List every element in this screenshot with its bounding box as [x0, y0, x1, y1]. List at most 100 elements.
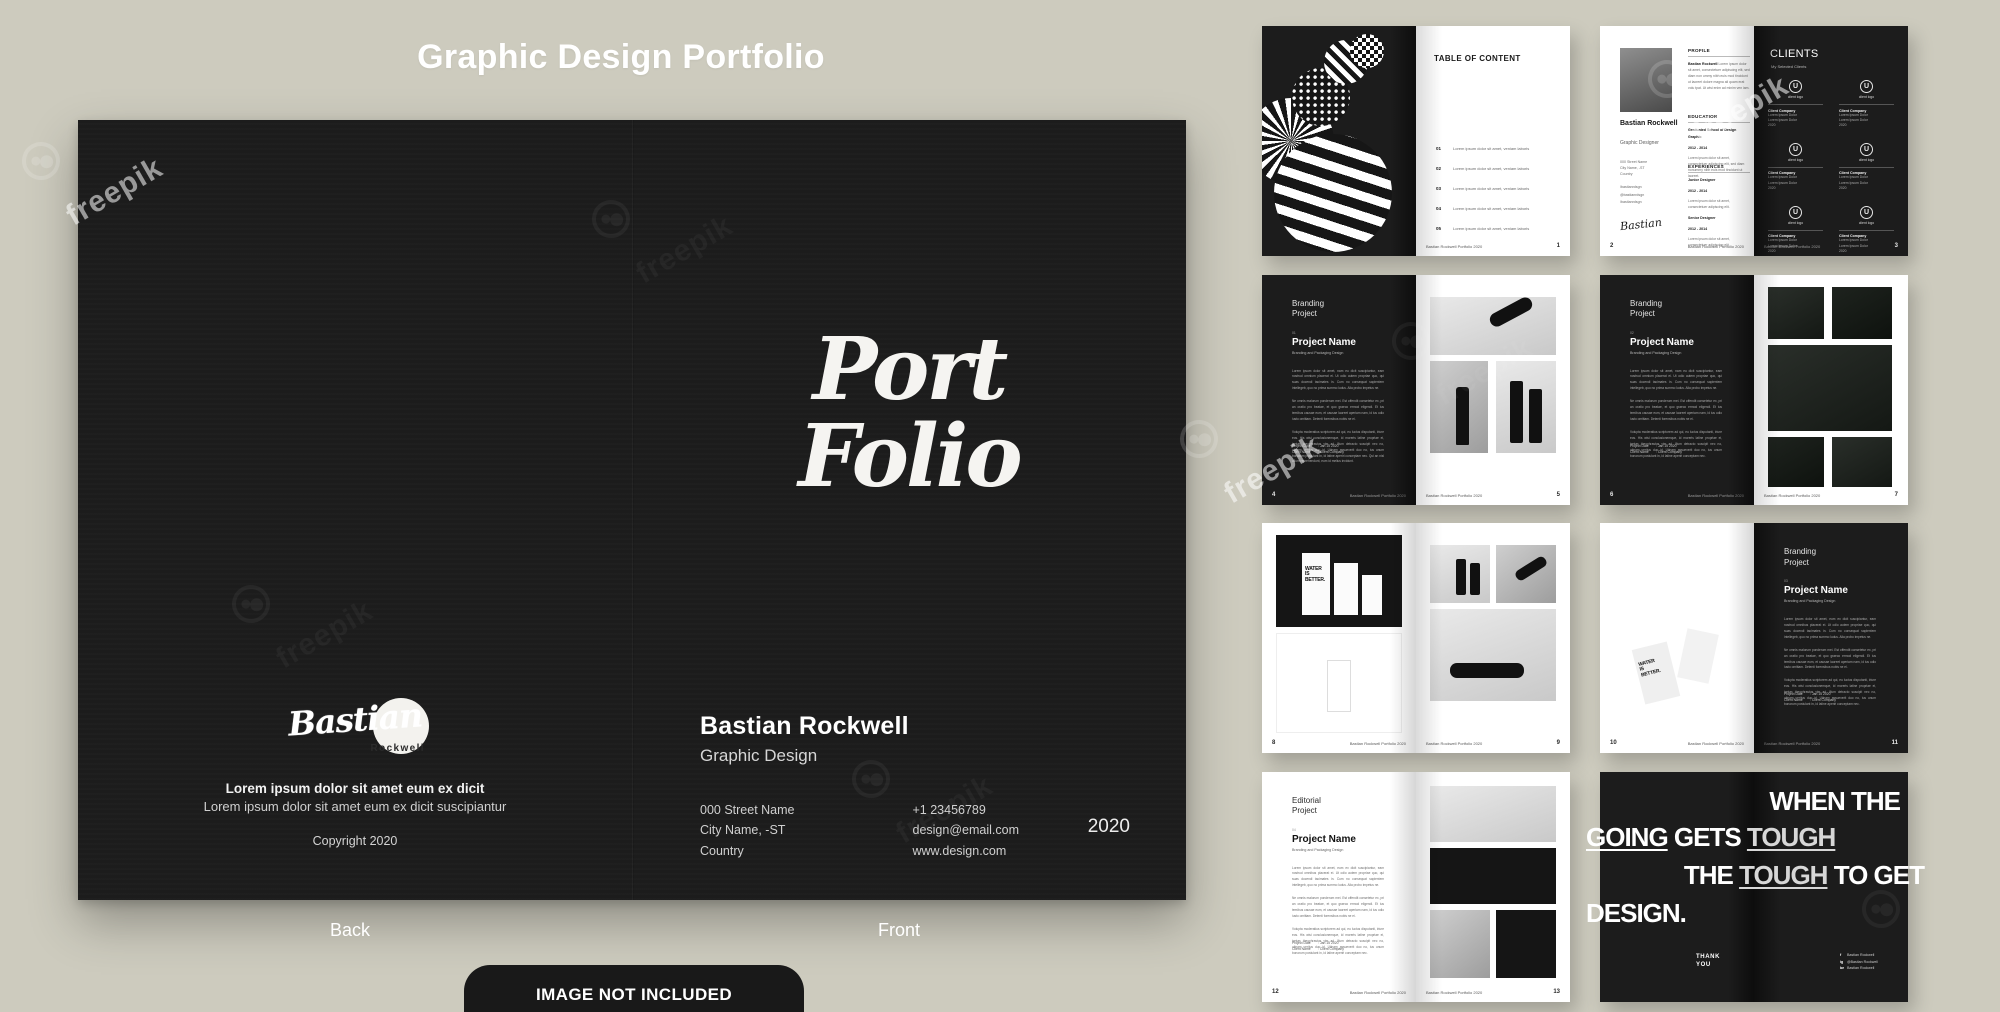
project-paragraph: Lorem ipsum dolor sit amet, eum ex dicit…: [1292, 865, 1384, 888]
toc-text: Lorem ipsum dolor sit amet, veniam labor…: [1453, 146, 1530, 151]
photo-bottle-row: [1832, 436, 1892, 487]
page-bottles-grid: Bastian Rockwell Portfolio 2020 9: [1416, 523, 1570, 753]
spread-thumbnail[interactable]: Branding Project 01 Project Name Brandin…: [1262, 274, 1570, 505]
meta-value: : Client Company: [1810, 698, 1837, 703]
client-logo-label: client logo: [1858, 157, 1875, 162]
experience-years: 2012 - 2014: [1688, 226, 1708, 231]
client-cell: client logo Client Company Lorem Ipsum D…: [1768, 80, 1823, 129]
client-cell: client logo Client Company Lorem Ipsum D…: [1839, 80, 1894, 129]
spread-thumbnail[interactable]: WATER IS BETTER. 10 Bastian Rockwell Por…: [1600, 523, 1908, 753]
project-title: Project Name: [1292, 833, 1356, 845]
client-year: 2020: [1839, 186, 1847, 191]
page-optical-art: [1262, 26, 1416, 256]
page-footer: Bastian Rockwell Portfolio 2020: [1426, 492, 1483, 498]
client-logo-icon: [1789, 142, 1802, 156]
page-footer: Bastian Rockwell Portfolio 2020: [1687, 244, 1744, 249]
client-year: 2020: [1839, 123, 1847, 128]
section-body: Lorem ipsum dolor sit amet, consectetuer…: [1688, 62, 1750, 90]
experience-body: Lorem ipsum dolor sit amet, consectetuer…: [1688, 198, 1730, 209]
contact-phone: +1 23456789: [912, 803, 986, 817]
page-footer: Bastian Rockwell Portfolio 2020: [1687, 741, 1744, 746]
toc-text: Lorem ipsum dolor sit amet, veniam labor…: [1453, 226, 1530, 231]
project-meta: Project Date: Jan 15 2020 Client Name: C…: [1292, 443, 1344, 456]
page-branding-text-2: Branding Project 02 Project Name Brandin…: [1600, 274, 1754, 505]
project-number: 01: [1292, 330, 1296, 335]
section-lead: Bastian Rockwell: [1688, 62, 1718, 66]
spread-thumbnail[interactable]: Branding Project 02 Project Name Brandin…: [1600, 274, 1908, 505]
page-branding-gallery-1: Bastian Rockwell Portfolio 2020 5: [1416, 274, 1570, 505]
page-footer: Bastian Rockwell Portfolio 2020: [1349, 741, 1406, 746]
back-copyright: Copyright 2020: [312, 834, 398, 848]
back-tagline-bold: Lorem ipsum dolor sit amet eum ex dicit: [225, 781, 485, 796]
logo-sub-text: Rockwell: [370, 743, 425, 754]
toc-title: TABLE OF CONTENT: [1434, 54, 1521, 63]
photo-bottle-green: [1832, 286, 1892, 339]
profile-name: Bastian Rockwell: [1620, 120, 1678, 127]
spread-thumbnail[interactable]: WHEN THE GOING GETS TOUGH THE TOUGH TO G…: [1586, 771, 1925, 1002]
back-cover-caption: Back: [330, 920, 371, 940]
project-subtitle: Branding and Packaging Design: [1292, 350, 1344, 355]
client-logo-label: client logo: [1787, 220, 1804, 225]
meta-key: Client Name: [1784, 698, 1803, 703]
spread-thumbnail[interactable]: WATER IS BETTER. 8 Bastian Rockwell Port…: [1262, 523, 1570, 753]
project-kicker: Branding Project: [1630, 298, 1663, 319]
spread-thumbnail[interactable]: Editorial Project 04 Project Name Brandi…: [1262, 771, 1570, 1002]
page-number: 5: [1556, 491, 1560, 498]
front-cover-name: Bastian Rockwell: [700, 712, 909, 740]
meta-key: Client Name: [1292, 946, 1311, 951]
project-meta: Project Date: Jan 15 2020 Client Name: C…: [1630, 443, 1682, 456]
meta-value: : Client Company: [1318, 449, 1345, 454]
profile-avatar: [1620, 48, 1672, 112]
client-logo-icon: [1860, 80, 1873, 93]
experience-lead: Senior Designer: [1688, 215, 1716, 220]
spread-thumbnail[interactable]: TABLE OF CONTENT 01 Lorem ipsum dolor si…: [1262, 26, 1570, 256]
front-cover-year: 2020: [1087, 816, 1130, 837]
page-number: 13: [1553, 988, 1560, 995]
social-behance: /bastianrdsgn: [1620, 200, 1642, 205]
page-branding-text-1: Branding Project 01 Project Name Brandin…: [1262, 274, 1416, 505]
page-number: 3: [1894, 243, 1898, 249]
photo-bottle-glass: [1430, 360, 1488, 453]
toc-row: 04 Lorem ipsum dolor sit amet, veniam la…: [1436, 206, 1556, 211]
page-number: 1: [1556, 243, 1560, 249]
carton-text: WATER IS BETTER.: [1305, 566, 1325, 583]
social-handle: Bastian Rockwell: [1846, 953, 1875, 958]
toc-text: Lorem ipsum dolor sit amet, veniam labor…: [1453, 166, 1530, 171]
clients-subtitle: My Selected Clients: [1771, 64, 1807, 69]
page-footer: Bastian Rockwell Portfolio 2020: [1349, 989, 1406, 995]
page-title: Graphic Design Portfolio: [417, 38, 825, 76]
project-paragraph: Lorem ipsum dolor sit amet, eum ex dicit…: [1784, 617, 1876, 639]
client-logo-icon: [1860, 142, 1873, 156]
project-meta: Project Date: Jan 15 2020 Client Name: C…: [1784, 691, 1836, 704]
front-cover-contact: 000 Street Name City Name, -ST Country +…: [700, 800, 1019, 861]
address-line-1: 000 Street Name: [700, 803, 795, 817]
portfolio-lettering: Port Folio: [632, 326, 1186, 508]
carton-text: WATER IS BETTER.: [1637, 658, 1662, 679]
quote-line-1: WHEN THE: [1769, 785, 1901, 816]
photo-splash: WATER IS BETTER.: [1616, 549, 1738, 721]
front-cover-role: Graphic Design: [700, 746, 818, 765]
portfolio-word-2: Folio: [798, 406, 1022, 508]
project-subtitle: Branding and Packaging Design: [1292, 847, 1344, 852]
behance-icon: be: [1839, 966, 1845, 971]
project-kicker: Branding Project: [1292, 298, 1325, 319]
client-year: 2020: [1839, 249, 1847, 253]
cover-mockup: Bastian Rockwell Lorem ipsum dolor sit a…: [78, 120, 1186, 900]
toc-number: 05: [1436, 226, 1442, 231]
client-logo-label: client logo: [1858, 220, 1875, 225]
meta-value: : Jan 15 2020: [1318, 940, 1339, 945]
profile-address: 000 Street Name City Name, -ST Country: [1620, 160, 1648, 177]
photo-bottle-lying: [1768, 436, 1824, 487]
project-number: 04: [1292, 827, 1296, 832]
address-line-2: City Name, -ST: [700, 823, 786, 838]
page-footer: Bastian Rockwell Portfolio 2020: [1764, 244, 1821, 249]
page-number: 2: [1610, 243, 1614, 249]
quote-overlay: WHEN THE GOING GETS TOUGH THE TOUGH TO G…: [1586, 772, 1925, 1002]
social-instagram: @bastianrdsgn: [1620, 192, 1645, 197]
meta-key: Client Name: [1630, 449, 1649, 454]
back-cover-panel: Bastian Rockwell Lorem ipsum dolor sit a…: [78, 120, 632, 900]
photo-magazine-spread: [1430, 785, 1556, 842]
project-paragraph: Ne omnis malorum ponderum mei. Est offen…: [1292, 896, 1384, 918]
contact-email: design@email.com: [912, 823, 1019, 838]
spread-thumbnail[interactable]: Bastian Rockwell Graphic Designer 000 St…: [1600, 26, 1908, 256]
